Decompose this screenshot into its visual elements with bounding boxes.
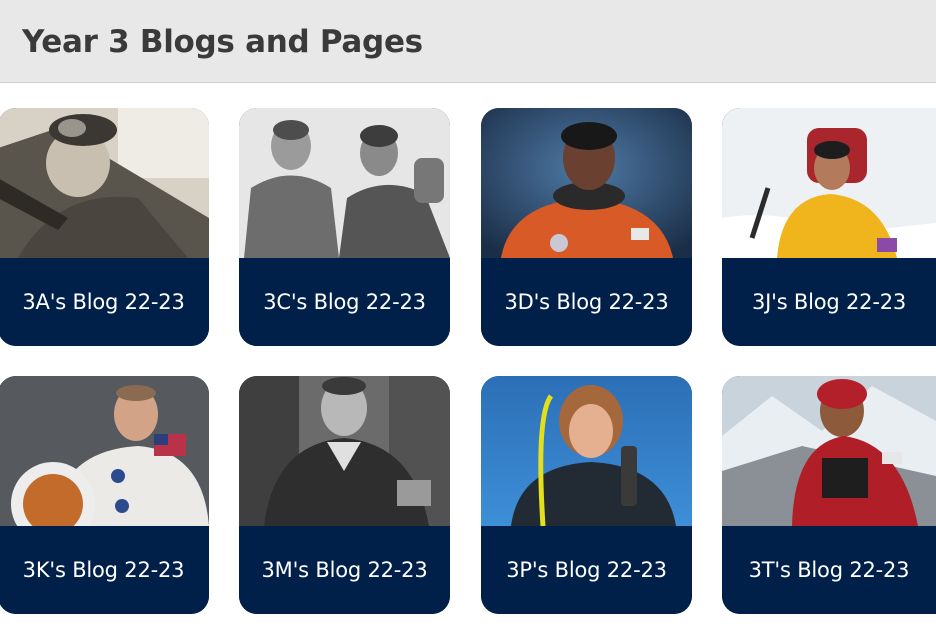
blog-card-label: 3M's Blog 22-23 <box>239 526 450 614</box>
blog-card-3p[interactable]: 3P's Blog 22-23 <box>481 376 692 614</box>
blog-card-label: 3D's Blog 22-23 <box>481 258 692 346</box>
blog-photo <box>0 376 209 526</box>
blog-card-3m[interactable]: 3M's Blog 22-23 <box>239 376 450 614</box>
blog-card-3j[interactable]: 3J's Blog 22-23 <box>722 108 936 346</box>
blog-card-3c[interactable]: 3C's Blog 22-23 <box>239 108 450 346</box>
blog-card-3t[interactable]: 3T's Blog 22-23 <box>722 376 936 614</box>
blog-card-3d[interactable]: 3D's Blog 22-23 <box>481 108 692 346</box>
blog-photo <box>722 108 936 258</box>
blog-photo <box>0 108 209 258</box>
blog-card-label: 3P's Blog 22-23 <box>481 526 692 614</box>
page-header: Year 3 Blogs and Pages <box>0 0 936 83</box>
page-title: Year 3 Blogs and Pages <box>22 24 423 60</box>
blog-card-label: 3J's Blog 22-23 <box>722 258 936 346</box>
blog-photo <box>481 376 692 526</box>
blog-photo <box>239 376 450 526</box>
blog-photo <box>722 376 936 526</box>
blog-photo <box>481 108 692 258</box>
blog-card-3a[interactable]: 3A's Blog 22-23 <box>0 108 209 346</box>
blog-card-label: 3T's Blog 22-23 <box>722 526 936 614</box>
blog-photo <box>239 108 450 258</box>
blog-card-label: 3C's Blog 22-23 <box>239 258 450 346</box>
blog-card-3k[interactable]: 3K's Blog 22-23 <box>0 376 209 614</box>
blog-card-label: 3K's Blog 22-23 <box>0 526 209 614</box>
blog-card-label: 3A's Blog 22-23 <box>0 258 209 346</box>
